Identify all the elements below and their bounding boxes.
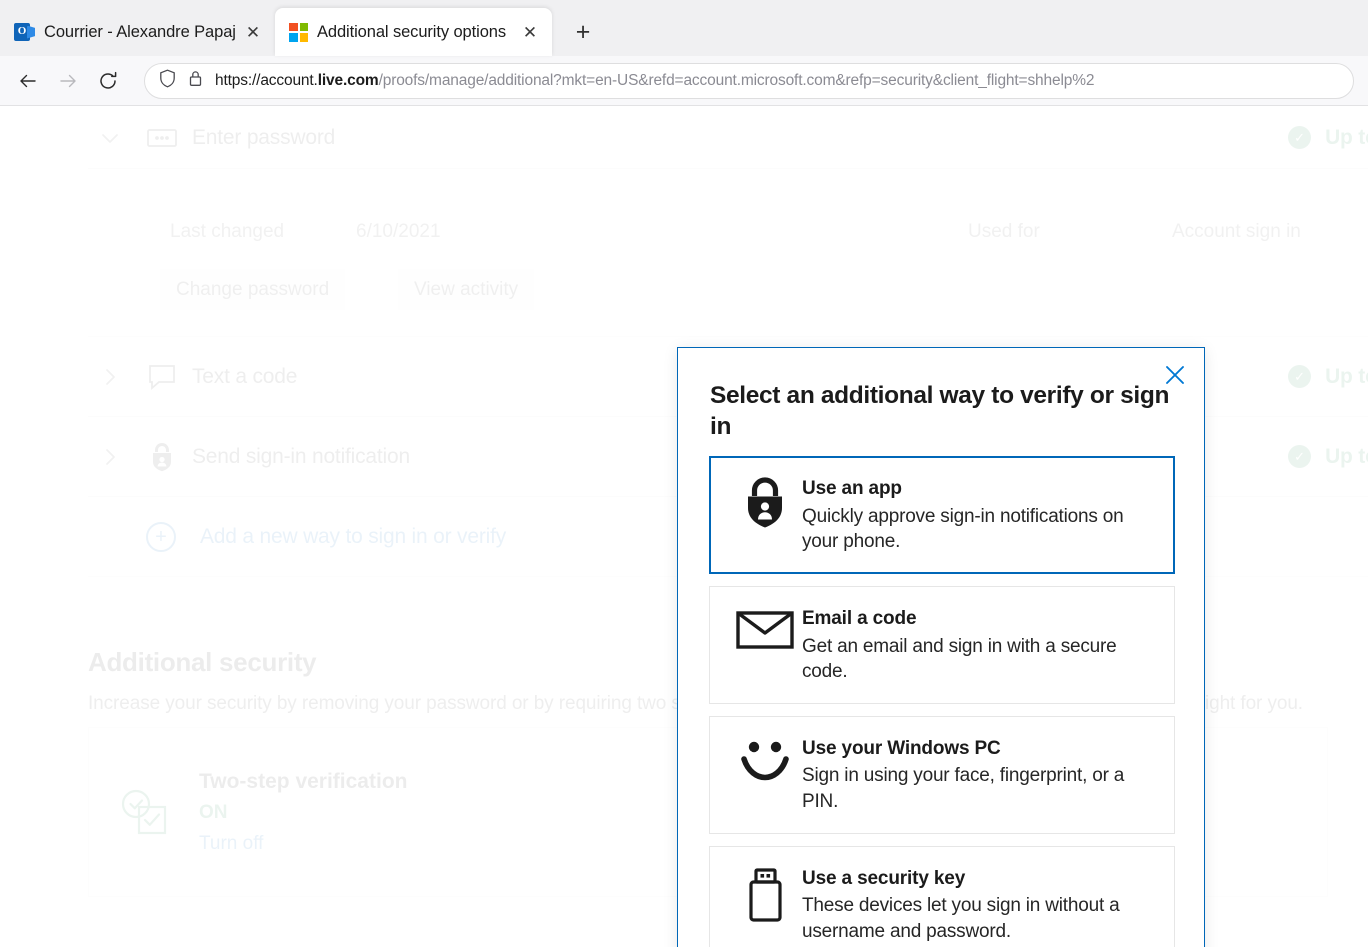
option-use-your-windows-pc[interactable]: Use your Windows PC Sign in using your f… bbox=[709, 715, 1175, 834]
message-bubble-icon bbox=[132, 363, 192, 391]
tab-close-button[interactable]: ✕ bbox=[241, 20, 265, 44]
two-step-text-block: Two-step verification ON Turn off bbox=[199, 770, 407, 855]
browser-toolbar: https://account.live.com/proofs/manage/a… bbox=[0, 56, 1368, 106]
status-text: Up to d bbox=[1325, 444, 1368, 468]
row-label: Send sign-in notification bbox=[192, 444, 410, 468]
microsoft-logo-icon bbox=[289, 22, 308, 42]
option-use-an-app[interactable]: Use an app Quickly approve sign-in notif… bbox=[709, 456, 1175, 574]
tracking-shield-icon[interactable] bbox=[159, 69, 176, 93]
view-activity-button[interactable]: View activity bbox=[398, 269, 535, 310]
usb-security-key-icon bbox=[728, 865, 802, 925]
outlook-icon: O bbox=[14, 22, 35, 43]
option-description: Get an email and sign in with a secure c… bbox=[802, 635, 1117, 683]
check-circle-icon: ✓ bbox=[1288, 445, 1312, 468]
two-check-icon bbox=[89, 787, 199, 837]
option-description: Quickly approve sign-in notifications on… bbox=[802, 505, 1124, 553]
tab-close-button[interactable]: ✕ bbox=[518, 20, 542, 44]
add-new-way-label: Add a new way to sign in or verify bbox=[200, 524, 507, 548]
modal-title: Select an additional way to verify or si… bbox=[710, 382, 1170, 441]
option-use-a-security-key[interactable]: Use a security key These devices let you… bbox=[709, 845, 1175, 947]
row-status: ✓ Up to d bbox=[1288, 126, 1368, 150]
additional-security-heading: Additional security bbox=[88, 647, 317, 677]
two-step-title: Two-step verification bbox=[199, 769, 408, 793]
option-description: Sign in using your face, fingerprint, or… bbox=[802, 765, 1125, 813]
row-enter-password[interactable]: Enter password ✓ Up to d bbox=[88, 107, 1368, 169]
password-detail-pane: Last changed 6/10/2021 Used for Account … bbox=[88, 169, 1368, 337]
tab-strip: O Courrier - Alexandre Papajak - O ✕ Add… bbox=[0, 0, 1368, 56]
additional-verification-modal: Select an additional way to verify or si… bbox=[677, 347, 1205, 947]
page-content: Enter password ✓ Up to d Last changed 6/… bbox=[0, 107, 1368, 947]
reload-icon bbox=[100, 71, 117, 89]
row-status: ✓ Up to d bbox=[1288, 365, 1368, 389]
two-step-state: ON bbox=[199, 801, 228, 823]
back-arrow-icon bbox=[20, 74, 36, 87]
tab-title: Courrier - Alexandre Papajak - O bbox=[44, 22, 236, 41]
used-for-value: Account sign in bbox=[1172, 221, 1301, 242]
option-title: Email a code bbox=[802, 607, 917, 629]
status-text: Up to d bbox=[1325, 364, 1368, 388]
option-title: Use an app bbox=[802, 478, 902, 499]
option-body: Email a code Get an email and sign in wi… bbox=[802, 605, 1158, 685]
option-description: These devices let you sign in without a … bbox=[802, 895, 1120, 943]
row-label: Text a code bbox=[192, 364, 298, 388]
option-title: Use a security key bbox=[802, 867, 966, 889]
tab-title: Additional security options bbox=[317, 22, 506, 41]
verification-options-list: Use an app Quickly approve sign-in notif… bbox=[709, 456, 1175, 947]
windows-hello-smiley-icon bbox=[728, 735, 802, 781]
check-circle-icon: ✓ bbox=[1288, 365, 1312, 388]
last-changed-label: Last changed bbox=[170, 221, 285, 242]
back-button[interactable] bbox=[8, 61, 48, 101]
option-body: Use your Windows PC Sign in using your f… bbox=[802, 735, 1158, 815]
option-title: Use your Windows PC bbox=[802, 737, 1001, 759]
browser-window: O Courrier - Alexandre Papajak - O ✕ Add… bbox=[0, 0, 1368, 947]
option-body: Use a security key These devices let you… bbox=[802, 865, 1158, 945]
option-email-a-code[interactable]: Email a code Get an email and sign in wi… bbox=[709, 585, 1175, 704]
additional-security-subtext-tail: ight for you. bbox=[1205, 693, 1303, 714]
forward-button[interactable] bbox=[48, 61, 88, 101]
two-step-turn-off-link[interactable]: Turn off bbox=[199, 833, 407, 855]
password-dots-icon bbox=[132, 126, 192, 150]
new-tab-button[interactable]: + bbox=[564, 13, 602, 51]
authenticator-shield-lock-icon bbox=[728, 475, 802, 529]
additional-security-subtext: Increase your security by removing your … bbox=[88, 693, 681, 714]
tab-additional-security-options[interactable]: Additional security options ✕ bbox=[275, 8, 552, 56]
change-password-button[interactable]: Change password bbox=[160, 269, 346, 310]
lock-icon[interactable] bbox=[188, 69, 203, 93]
address-bar[interactable]: https://account.live.com/proofs/manage/a… bbox=[144, 62, 1354, 99]
tab-courrier[interactable]: O Courrier - Alexandre Papajak - O ✕ bbox=[0, 8, 275, 56]
chevron-down-icon[interactable] bbox=[88, 125, 132, 151]
url-text: https://account.live.com/proofs/manage/a… bbox=[215, 71, 1095, 89]
reload-button[interactable] bbox=[88, 61, 128, 101]
forward-arrow-icon bbox=[60, 74, 76, 87]
plus-circle-icon: + bbox=[146, 521, 176, 552]
envelope-icon bbox=[728, 605, 802, 651]
row-label: Enter password bbox=[192, 125, 336, 149]
chevron-right-icon[interactable] bbox=[88, 364, 132, 390]
status-text: Up to d bbox=[1325, 125, 1368, 149]
used-for-label: Used for bbox=[968, 221, 1040, 242]
chevron-right-icon[interactable] bbox=[88, 444, 132, 470]
last-changed-value: 6/10/2021 bbox=[356, 221, 441, 242]
row-status: ✓ Up to d bbox=[1288, 445, 1368, 469]
lock-person-icon bbox=[132, 442, 192, 472]
option-body: Use an app Quickly approve sign-in notif… bbox=[802, 475, 1158, 555]
check-circle-icon: ✓ bbox=[1288, 126, 1312, 149]
